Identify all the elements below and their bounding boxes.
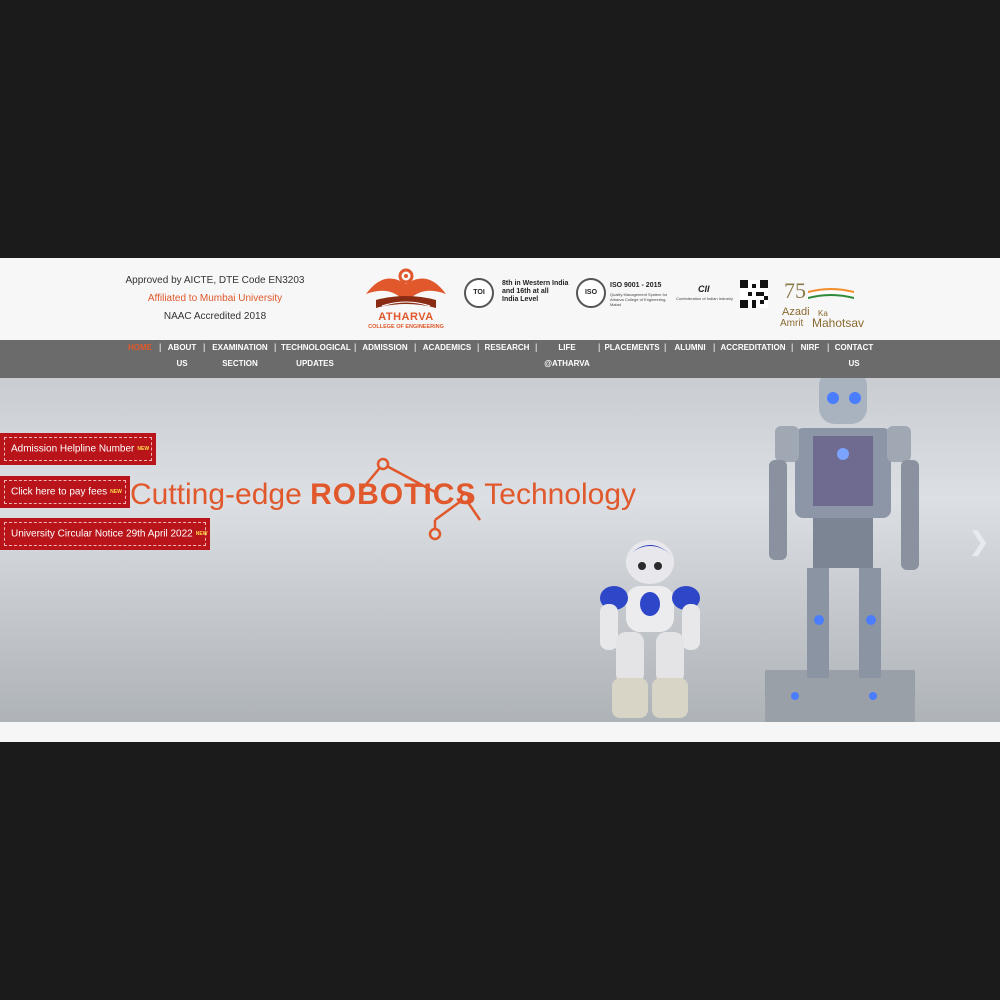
- iso-description: Quality Management System for Atharva Co…: [610, 292, 668, 307]
- nav-item-alumni[interactable]: ALUMNI: [671, 340, 709, 378]
- logo-subtitle: COLLEGE OF ENGINEERING: [368, 324, 444, 330]
- nav-separator: |: [274, 342, 277, 352]
- nav-separator: |: [414, 342, 417, 352]
- nav-item-contact-us[interactable]: CONTACT US: [833, 340, 875, 378]
- chevron-right-icon[interactable]: ❯: [968, 526, 990, 557]
- toi-ranking-badge: TOI 8th in Western India and 16th at all…: [464, 276, 574, 316]
- iso-title: ISO 9001 - 2015: [610, 282, 662, 289]
- nav-separator: |: [791, 342, 794, 352]
- page-content-start: [0, 722, 1000, 742]
- nav-item-life-at-atharva[interactable]: LIFE @ATHARVA: [540, 340, 594, 378]
- logo-emblem-icon: [366, 268, 446, 308]
- cii-membership-badge: CII Confederation of Indian Industry: [676, 284, 740, 308]
- university-affiliation-text: Affiliated to Mumbai University: [147, 293, 283, 304]
- accreditation-info: Approved by AICTE, DTE Code EN3203 Affil…: [110, 272, 320, 326]
- nav-item-nirf[interactable]: NIRF: [797, 340, 823, 378]
- main-navigation: HOME | ABOUT US | EXAMINATION SECTION | TE…: [0, 340, 1000, 378]
- azadi-word: Azadi: [782, 306, 810, 318]
- tall-metallic-robot-icon: [765, 378, 919, 722]
- nav-item-research[interactable]: RESEARCH: [484, 340, 530, 378]
- ranking-text: 8th in Western India and 16th at all Ind…: [502, 280, 569, 303]
- azadi-ka-amrit-mahotsav-logo: 75 Azadi Ka Amrit Mahotsav: [778, 278, 878, 334]
- aicte-approval-text: Approved by AICTE, DTE Code EN3203: [125, 275, 305, 286]
- admission-helpline-button[interactable]: Admission Helpline Number NEW: [0, 433, 156, 465]
- hero-headline-right: Technology: [484, 478, 637, 511]
- website-page: Approved by AICTE, DTE Code EN3203 Affil…: [0, 258, 1000, 742]
- small-humanoid-robot-icon: [600, 540, 700, 718]
- pay-fees-button[interactable]: Click here to pay fees NEW: [0, 476, 130, 508]
- hero-headline-robotics: ROBOTICS: [310, 478, 477, 511]
- nav-item-about-us[interactable]: ABOUT US: [166, 340, 198, 378]
- university-circular-button[interactable]: University Circular Notice 29th April 20…: [0, 518, 210, 550]
- nav-separator: |: [664, 342, 667, 352]
- nav-separator: |: [827, 342, 830, 352]
- nav-item-academics[interactable]: ACADEMICS: [421, 340, 473, 378]
- hero-headline-left: Cutting-edge: [130, 478, 302, 511]
- tricolor-flag-icon: [808, 288, 854, 299]
- cii-description: Confederation of Indian Industry: [676, 296, 733, 301]
- nav-separator: |: [354, 342, 357, 352]
- nav-separator: |: [203, 342, 206, 352]
- nav-item-home[interactable]: HOME: [126, 340, 154, 378]
- nav-item-examination-section[interactable]: EXAMINATION SECTION: [210, 340, 270, 378]
- hero-slider: Cutting-edge ROBOTICS Technology Admissi…: [0, 378, 1000, 722]
- hero-headline: Cutting-edge ROBOTICS Technology: [130, 478, 636, 512]
- nav-separator: |: [159, 342, 162, 352]
- naac-text: NAAC Accredited 2018: [163, 311, 267, 322]
- nav-separator: |: [713, 342, 716, 352]
- toi-seal-icon: TOI: [464, 278, 494, 308]
- azadi-number: 75: [784, 278, 806, 303]
- nav-item-accreditation[interactable]: ACCREDITATION: [719, 340, 787, 378]
- nav-separator: |: [535, 342, 538, 352]
- iso-seal-icon: ISO: [576, 278, 606, 308]
- azadi-amrit-word: Amrit: [780, 318, 804, 329]
- new-badge: NEW: [195, 531, 208, 537]
- nav-item-technological-updates[interactable]: TECHNOLOGICAL UPDATES: [281, 340, 351, 378]
- nav-item-admission[interactable]: ADMISSION: [361, 340, 409, 378]
- new-badge: NEW: [110, 489, 122, 495]
- cii-logo-text: CII: [698, 284, 710, 294]
- nav-separator: |: [477, 342, 480, 352]
- nav-separator: |: [598, 342, 601, 352]
- new-badge: NEW: [137, 446, 150, 452]
- azadi-mahotsav-word: Mahotsav: [812, 316, 865, 330]
- site-header: Approved by AICTE, DTE Code EN3203 Affil…: [0, 258, 1000, 340]
- nav-item-placements[interactable]: PLACEMENTS: [604, 340, 660, 378]
- qr-code-icon: [740, 280, 768, 308]
- logo-name: ATHARVA: [378, 311, 434, 323]
- college-logo[interactable]: ATHARVA COLLEGE OF ENGINEERING: [360, 264, 452, 336]
- iso-certification-badge: ISO ISO 9001 - 2015 Quality Management S…: [576, 276, 676, 316]
